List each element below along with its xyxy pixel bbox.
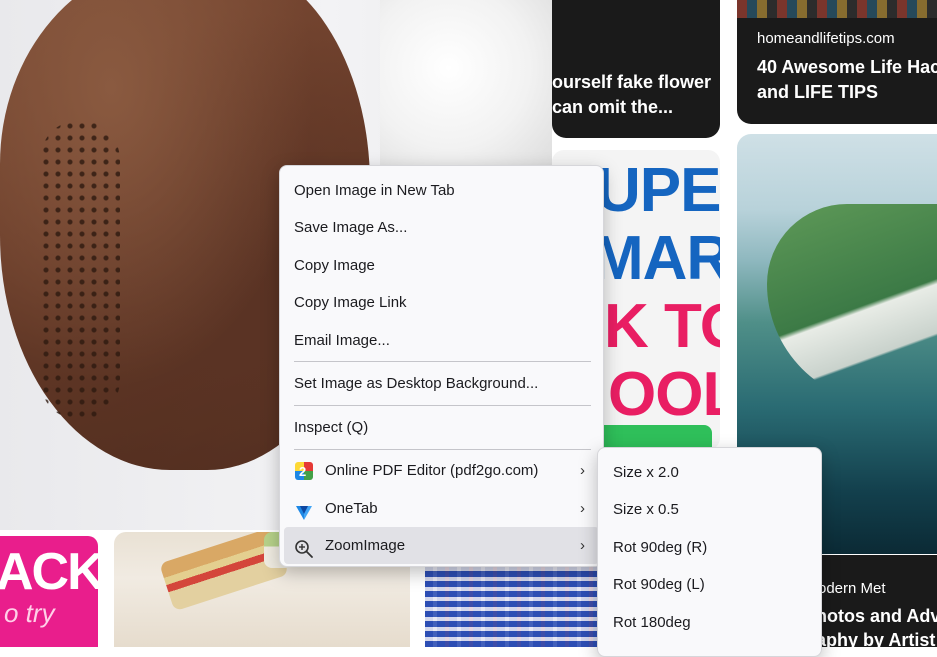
- chevron-right-icon: ›: [580, 500, 585, 517]
- menu-item-label: Email Image...: [294, 332, 390, 349]
- pin-cliffs-source: odern Met: [818, 580, 886, 597]
- poster-line: OOL: [608, 360, 720, 429]
- poster-line: UPER: [596, 156, 720, 225]
- submenu-item-label: Rot 90deg (L): [613, 576, 705, 593]
- submenu-rot-90-left[interactable]: Rot 90deg (L): [602, 566, 817, 603]
- chevron-right-icon: ›: [580, 537, 585, 554]
- menu-item-label: Open Image in New Tab: [294, 182, 455, 199]
- pin-card-flower-line1: ourself fake flower: [552, 72, 712, 92]
- menu-zoomimage[interactable]: ZoomImage ›: [284, 527, 599, 564]
- pin-card-lifehacks-image: [737, 0, 937, 18]
- menu-item-label: Set Image as Desktop Background...: [294, 375, 539, 392]
- submenu-size-x2[interactable]: Size x 2.0: [602, 454, 817, 491]
- chevron-right-icon: ›: [580, 462, 585, 479]
- submenu-size-x05[interactable]: Size x 0.5: [602, 491, 817, 528]
- submenu-item-label: Size x 2.0: [613, 464, 679, 481]
- submenu-rot-90-right[interactable]: Rot 90deg (R): [602, 529, 817, 566]
- cliff-land: [767, 204, 937, 404]
- menu-save-image-as[interactable]: Save Image As...: [284, 209, 599, 246]
- menu-item-label: Copy Image: [294, 257, 375, 274]
- pin-hacks-subtitle: o try: [4, 598, 55, 628]
- menu-copy-image[interactable]: Copy Image: [284, 247, 599, 284]
- menu-onetab[interactable]: OneTab ›: [284, 490, 599, 527]
- menu-item-label: Copy Image Link: [294, 294, 407, 311]
- pin-hacks[interactable]: ACKS o try: [0, 536, 98, 647]
- onetab-icon: [294, 499, 314, 520]
- pdf2go-icon: 2: [294, 461, 314, 481]
- menu-online-pdf-editor[interactable]: 2 Online PDF Editor (pdf2go.com) ›: [284, 452, 599, 489]
- menu-set-desktop-background[interactable]: Set Image as Desktop Background...: [284, 365, 599, 402]
- menu-open-image-new-tab[interactable]: Open Image in New Tab: [284, 172, 599, 209]
- cake-plate: [380, 0, 552, 170]
- notebook-image: [425, 562, 597, 647]
- menu-separator: [294, 361, 591, 362]
- pin-card-lifehacks-domain: homeandlifetips.com: [757, 30, 895, 47]
- menu-item-label: Online PDF Editor (pdf2go.com): [325, 462, 539, 479]
- poster-line: MART: [592, 224, 720, 293]
- menu-item-label: OneTab: [325, 500, 378, 517]
- pin-cliffs-title-line2: aphy by Artist: [816, 630, 936, 650]
- context-menu: Open Image in New Tab Save Image As... C…: [279, 165, 604, 567]
- pin-cliffs-title-line1: hotos and Adve: [816, 606, 937, 626]
- menu-separator: [294, 405, 591, 406]
- zoom-icon: [294, 536, 314, 558]
- submenu-item-label: Rot 90deg (R): [613, 539, 708, 556]
- submenu-item-label: Rot 180deg: [613, 614, 691, 631]
- poster-line: K TO: [604, 292, 720, 361]
- cake-sprinkles: [40, 120, 120, 420]
- menu-item-label: ZoomImage: [325, 537, 406, 554]
- pin-hacks-title: ACKS: [0, 543, 98, 601]
- pin-card-lifehacks-title-line2: and LIFE TIPS: [757, 82, 879, 102]
- zoomimage-submenu: Size x 2.0 Size x 0.5 Rot 90deg (R) Rot …: [597, 447, 822, 657]
- pin-card-flower-line2: can omit the...: [552, 97, 674, 117]
- menu-item-label: Inspect (Q): [294, 419, 369, 436]
- submenu-item-label: Size x 0.5: [613, 501, 679, 518]
- menu-copy-image-link[interactable]: Copy Image Link: [284, 284, 599, 321]
- menu-item-label: Save Image As...: [294, 219, 408, 236]
- pin-card-lifehacks-title-line1: 40 Awesome Life Hacks: [757, 57, 937, 77]
- menu-inspect[interactable]: Inspect (Q): [284, 409, 599, 446]
- menu-separator: [294, 449, 591, 450]
- menu-email-image[interactable]: Email Image...: [284, 322, 599, 359]
- submenu-rot-180[interactable]: Rot 180deg: [602, 604, 817, 641]
